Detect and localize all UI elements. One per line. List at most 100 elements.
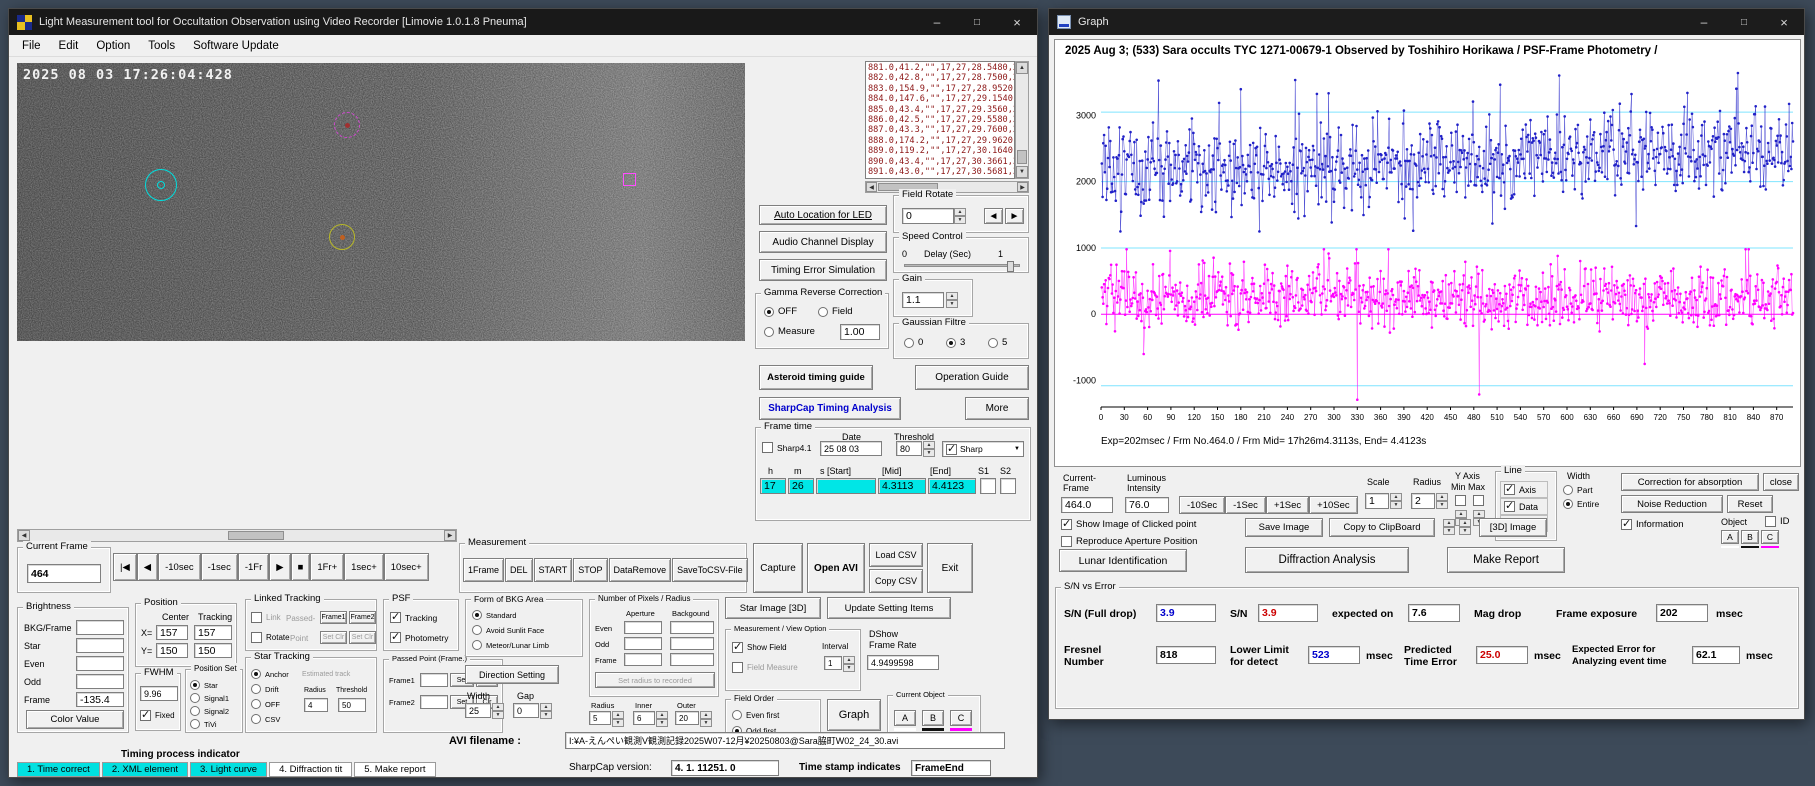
posset-signal2-radio[interactable]: Signal2 xyxy=(190,706,229,716)
psf-tracking-checkbox[interactable]: Tracking xyxy=(390,610,437,623)
time-nav-button[interactable]: -10Sec xyxy=(1179,496,1226,514)
playback-button[interactable]: ▶ xyxy=(269,553,291,581)
st-radius-field[interactable]: 4 xyxy=(304,698,328,712)
auto-location-led-button[interactable]: Auto Location for LED xyxy=(759,205,887,225)
timing-stage[interactable]: 3. Light curve xyxy=(190,762,268,777)
set-radius-recorded-button[interactable]: Set radius to recorded xyxy=(595,672,715,688)
gamma-measure-radio[interactable]: Measure xyxy=(764,326,815,337)
predicted-error-field[interactable]: 25.0 xyxy=(1476,646,1528,664)
show-image-clicked-checkbox[interactable]: Show Image of Clicked point xyxy=(1061,517,1196,530)
speed-slider[interactable] xyxy=(904,261,1020,272)
aperture-marker-signal-icon[interactable] xyxy=(329,224,355,250)
lower-limit-field[interactable]: 523 xyxy=(1308,646,1360,664)
audio-channel-display-button[interactable]: Audio Channel Display xyxy=(759,231,887,253)
scale-spinner[interactable] xyxy=(1390,493,1402,509)
posset-tivi-radio[interactable]: TiVi xyxy=(190,719,217,729)
timestamp-indicates-field[interactable]: FrameEnd xyxy=(911,760,991,776)
sharpcap-timing-analysis-button[interactable]: SharpCap Timing Analysis xyxy=(759,397,901,420)
interval-field[interactable]: 1 xyxy=(824,656,842,670)
lt-frame1-button[interactable]: Frame1 xyxy=(320,611,347,624)
capture-button[interactable]: Capture xyxy=(753,543,803,593)
make-report-button[interactable]: Make Report xyxy=(1447,547,1565,573)
star-image-3d-button[interactable]: Star Image [3D] xyxy=(725,597,821,619)
time-nav-button[interactable]: +1Sec xyxy=(1265,496,1310,514)
color-value-button[interactable]: Color Value xyxy=(26,710,124,729)
lt-frame2-button[interactable]: Frame2 xyxy=(349,611,376,624)
width-spinner[interactable] xyxy=(492,703,504,718)
menu-item[interactable]: File xyxy=(13,38,50,54)
pp-frame1-field[interactable] xyxy=(420,673,448,687)
px-even-bg-field[interactable] xyxy=(670,621,714,634)
inner-spinner[interactable] xyxy=(656,711,668,725)
sn-full-field[interactable]: 3.9 xyxy=(1156,604,1216,622)
light-curve-plot[interactable]: -1000 0 1000 2000 3000 0 30 60 90 120 150 180 210 240… xyxy=(1055,57,1800,439)
playback-button[interactable]: ■ xyxy=(290,553,311,581)
scroll-left-icon[interactable]: ◀ xyxy=(866,182,877,192)
gap-field[interactable]: 0 xyxy=(513,703,539,718)
measurement-button[interactable]: DEL xyxy=(505,558,533,582)
timing-stage[interactable]: 2. XML element xyxy=(101,762,189,777)
px-frame-ap-field[interactable] xyxy=(624,653,662,666)
object-button[interactable]: A xyxy=(1721,530,1739,544)
measurement-button[interactable]: START xyxy=(533,558,573,582)
width-option-radio[interactable]: Part xyxy=(1563,485,1599,495)
open-avi-button[interactable]: Open AVI xyxy=(807,543,865,593)
menu-item[interactable]: Software Update xyxy=(184,38,288,54)
reproduce-aperture-checkbox[interactable]: Reproduce Aperture Position xyxy=(1061,536,1197,547)
px-frame-bg-field[interactable] xyxy=(670,653,714,666)
hour-field[interactable]: 17 xyxy=(760,478,786,494)
even-first-radio[interactable]: Even first xyxy=(732,710,779,720)
px-odd-bg-field[interactable] xyxy=(670,637,714,650)
expected-on-field[interactable]: 7.6 xyxy=(1408,604,1460,622)
bkg-frame-field[interactable] xyxy=(76,620,124,635)
operation-guide-button[interactable]: Operation Guide xyxy=(915,365,1029,390)
frame-brightness-field[interactable]: -135.4 xyxy=(76,692,124,707)
y-max-checkbox[interactable] xyxy=(1473,495,1484,506)
x-field[interactable]: 157 xyxy=(156,625,188,640)
width-field[interactable]: 25 xyxy=(465,703,491,718)
timing-stage[interactable]: 1. Time correct xyxy=(17,762,100,777)
graph-titlebar[interactable]: Graph xyxy=(1049,9,1804,35)
track-drift-radio[interactable]: Drift xyxy=(251,684,279,694)
bkg-sunlit-radio[interactable]: Avoid Sunlit Face xyxy=(472,625,544,635)
bkg-meteor-radio[interactable]: Meteor/Lunar Limb xyxy=(472,640,549,650)
sharpcap-version-field[interactable]: 4. 1. 11251. 0 xyxy=(671,760,779,776)
aux-spinner-2[interactable] xyxy=(1459,519,1471,535)
field-measure-checkbox[interactable]: Field Measure xyxy=(732,662,798,673)
scroll-right-icon[interactable]: ▶ xyxy=(1017,182,1028,192)
object-button[interactable]: C xyxy=(1761,530,1779,544)
radius-field[interactable]: 5 xyxy=(589,711,611,725)
gaussian-3-radio[interactable]: 3 xyxy=(946,337,965,348)
threshold-input[interactable]: 80 xyxy=(896,441,922,456)
image-3d-button[interactable]: [3D] Image xyxy=(1479,518,1547,537)
line-option-checkbox[interactable]: Axis xyxy=(1500,481,1549,498)
information-checkbox[interactable]: Information xyxy=(1621,517,1684,530)
video-preview[interactable]: 2025 08 03 17:26:04:428 xyxy=(17,63,745,341)
copy-clipboard-button[interactable]: Copy to ClipBoard xyxy=(1329,518,1435,537)
noise-reduction-button[interactable]: Noise Reduction xyxy=(1621,495,1723,513)
graph-radius-field[interactable]: 2 xyxy=(1411,493,1435,509)
slider-left-icon[interactable]: ◀ xyxy=(18,530,30,541)
track-csv-radio[interactable]: CSV xyxy=(251,714,280,724)
data-vertical-scrollbar[interactable]: ▲ ▼ xyxy=(1015,61,1029,179)
x-tracking-field[interactable]: 157 xyxy=(194,625,232,640)
current-object-button[interactable]: A xyxy=(894,710,916,726)
fwhm-field[interactable]: 9.96 xyxy=(140,686,178,701)
sn-field[interactable]: 3.9 xyxy=(1258,604,1318,622)
s2-box[interactable] xyxy=(1000,478,1016,494)
y-min-checkbox[interactable] xyxy=(1455,495,1466,506)
diffraction-analysis-button[interactable]: Diffraction Analysis xyxy=(1245,547,1409,573)
field-marker-square-icon[interactable] xyxy=(623,173,636,186)
gap-spinner[interactable] xyxy=(540,703,552,718)
second-start-field[interactable] xyxy=(816,478,876,494)
sharp41-checkbox[interactable]: Sharp4.1 xyxy=(762,442,812,453)
reset-button[interactable]: Reset xyxy=(1727,495,1773,513)
scale-field[interactable]: 1 xyxy=(1365,493,1389,509)
track-off-radio[interactable]: OFF xyxy=(251,699,280,709)
graph-current-frame-field[interactable]: 464.0 xyxy=(1061,497,1113,513)
rotate-left-icon[interactable]: ◄ xyxy=(984,208,1003,224)
outer-field[interactable]: 20 xyxy=(675,711,699,725)
pp-frame2-field[interactable] xyxy=(420,695,448,709)
luminous-intensity-field[interactable]: 76.0 xyxy=(1125,497,1169,513)
frame-exposure-field[interactable]: 202 xyxy=(1656,604,1708,622)
